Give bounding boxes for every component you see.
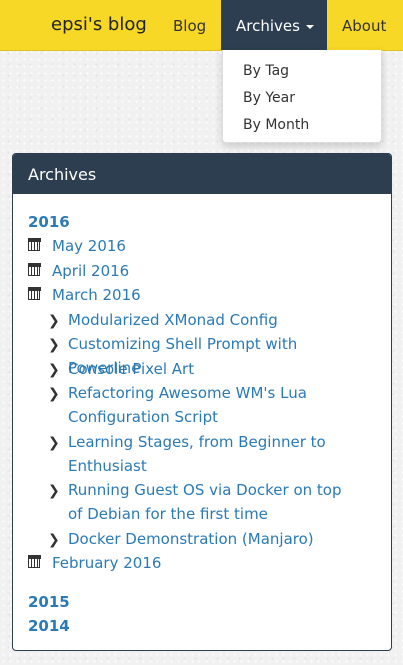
navbar: epsi's blog Blog Archives About: [0, 0, 403, 51]
dropdown-item-by-month[interactable]: By Month: [223, 112, 381, 139]
post-title: Refactoring Awesome WM's Lua Configurati…: [68, 384, 307, 426]
month-link-february-2016[interactable]: February 2016: [27, 551, 162, 575]
post-title: Running Guest OS via Docker on top of De…: [68, 481, 342, 523]
dropdown-item-by-tag[interactable]: By Tag: [223, 58, 381, 85]
nav-archives[interactable]: Archives: [221, 0, 327, 50]
calendar-icon: [27, 287, 41, 300]
post-link[interactable]: ❯ Learning Stages, from Beginner to Enthu…: [48, 430, 358, 478]
year-link-2016[interactable]: 2016: [28, 210, 70, 234]
caret-down-icon: [305, 24, 314, 29]
brand-link[interactable]: epsi's blog: [51, 14, 147, 35]
post-link[interactable]: ❯ Console Pixel Art: [48, 357, 358, 381]
chevron-right-icon: ❯: [48, 386, 60, 402]
post-title: Learning Stages, from Beginner to Enthus…: [68, 433, 326, 475]
chevron-right-icon: ❯: [48, 313, 60, 329]
month-link-may-2016[interactable]: May 2016: [27, 234, 126, 258]
nav-blog[interactable]: Blog: [173, 0, 206, 50]
month-label: February 2016: [52, 554, 162, 572]
nav-about[interactable]: About: [342, 0, 386, 50]
archives-dropdown-menu: By Tag By Year By Month: [222, 50, 382, 143]
month-label: April 2016: [52, 262, 130, 280]
post-link[interactable]: ❯ Refactoring Awesome WM's Lua Configurat…: [48, 381, 358, 429]
chevron-right-icon: ❯: [48, 483, 60, 499]
post-title: Docker Demonstration (Manjaro): [68, 530, 314, 548]
month-label: May 2016: [52, 237, 126, 255]
calendar-icon: [27, 263, 41, 276]
dropdown-item-by-year[interactable]: By Year: [223, 85, 381, 112]
panel-title: Archives: [13, 154, 391, 194]
calendar-icon: [27, 555, 41, 568]
chevron-right-icon: ❯: [48, 362, 60, 378]
month-label: March 2016: [52, 286, 141, 304]
post-title: Console Pixel Art: [68, 360, 195, 378]
post-link[interactable]: ❯ Running Guest OS via Docker on top of D…: [48, 478, 358, 526]
month-link-march-2016[interactable]: March 2016: [27, 283, 141, 307]
chevron-right-icon: ❯: [48, 337, 60, 353]
post-link[interactable]: ❯ Modularized XMonad Config: [48, 308, 358, 332]
archives-panel: Archives 2016 May 2016 April 2016 March …: [12, 153, 392, 651]
month-link-april-2016[interactable]: April 2016: [27, 259, 130, 283]
calendar-icon: [27, 238, 41, 251]
chevron-right-icon: ❯: [48, 435, 60, 451]
year-link-2015[interactable]: 2015: [28, 590, 70, 614]
year-link-2014[interactable]: 2014: [28, 614, 70, 638]
nav-archives-label: Archives: [236, 17, 300, 35]
chevron-right-icon: ❯: [48, 532, 60, 548]
post-link[interactable]: ❯ Docker Demonstration (Manjaro): [48, 527, 358, 551]
post-title: Modularized XMonad Config: [68, 311, 278, 329]
